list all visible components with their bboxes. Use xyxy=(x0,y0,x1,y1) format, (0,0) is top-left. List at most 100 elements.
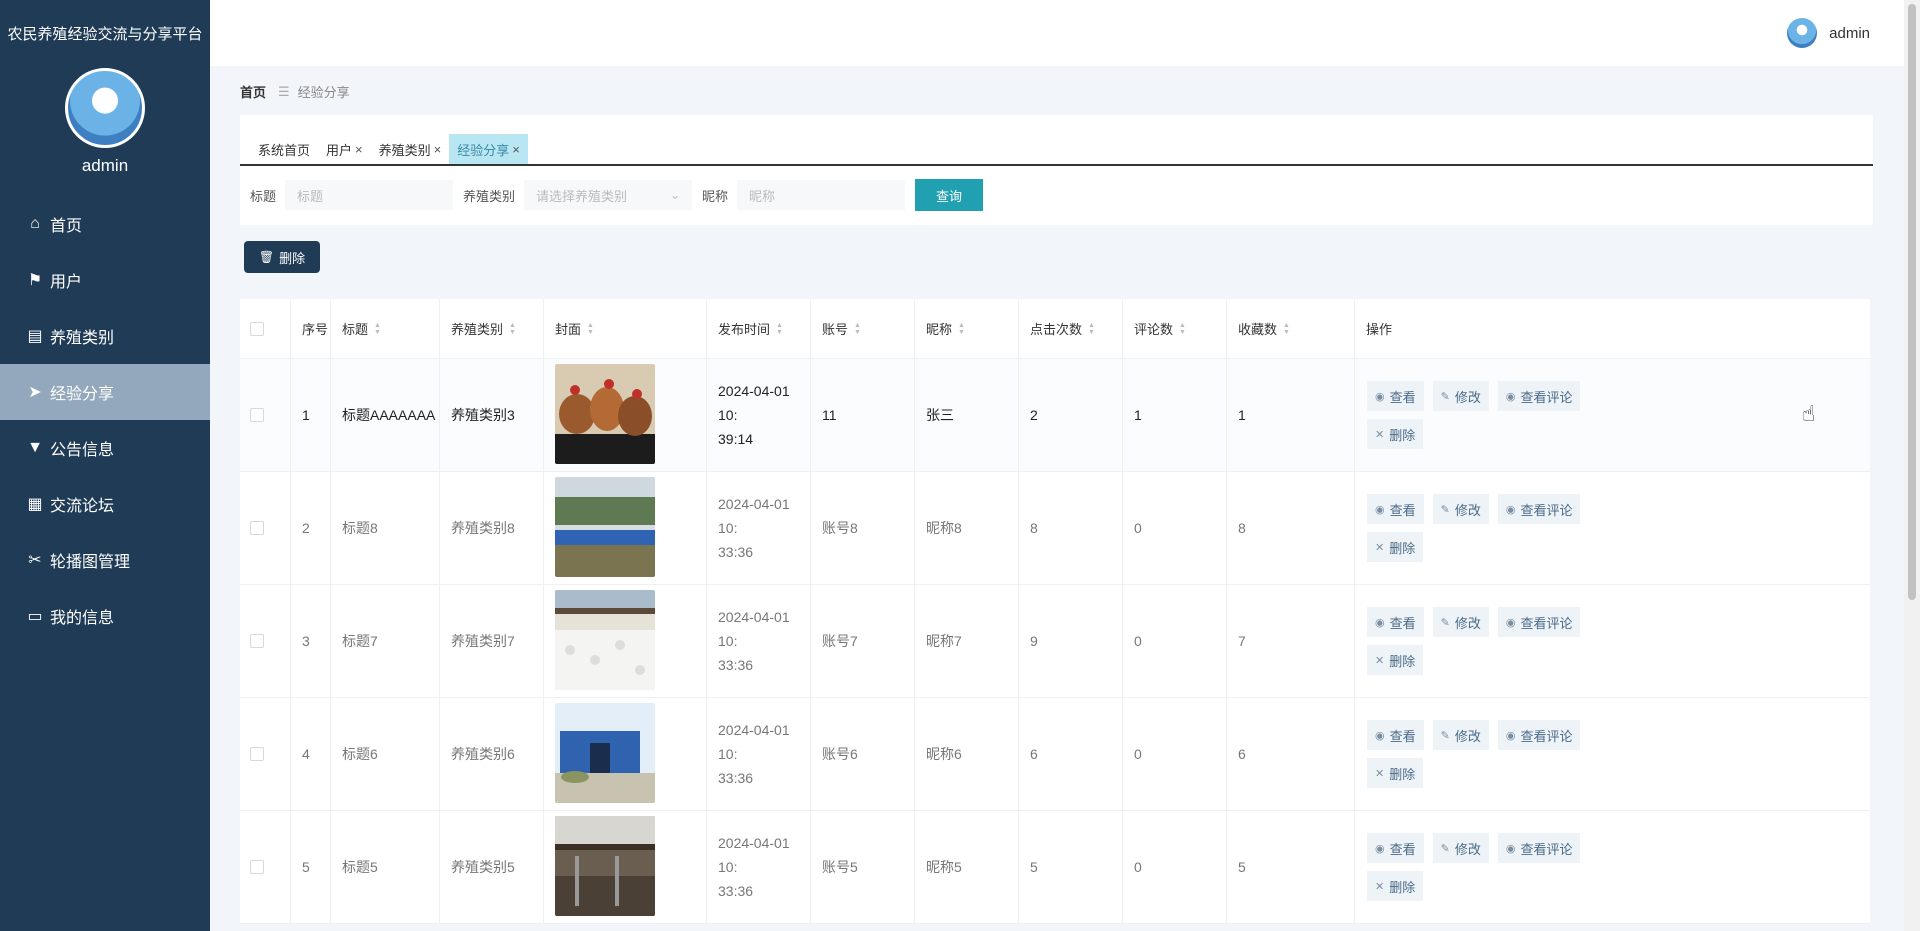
sidebar-item-3[interactable]: ➤ 经验分享 xyxy=(0,364,210,420)
sort-icon[interactable]: ▲ ▼ xyxy=(958,322,965,336)
query-button[interactable]: 查询 xyxy=(915,179,984,211)
delete-button[interactable]: ✕ 删除 xyxy=(1367,532,1424,562)
sort-icon[interactable]: ▲ ▼ xyxy=(776,322,783,336)
checkbox-cell[interactable] xyxy=(240,359,291,471)
sort-icon[interactable]: ▲ ▼ xyxy=(587,322,594,336)
table-row[interactable]: 3 标题7 养殖类别7 2024-04-01 10: 33:36 账号7 昵称7 9 0 7 ◉ 查看… xyxy=(240,585,1870,698)
sidebar-item-0[interactable]: ⌂ 首页 xyxy=(0,196,210,252)
tab-1[interactable]: 用户 × xyxy=(318,134,371,164)
top-username[interactable]: admin xyxy=(1829,25,1870,42)
column-header[interactable]: 昵称 ▲ ▼ xyxy=(915,299,1019,358)
view-comments-button[interactable]: ◉ 查看评论 xyxy=(1497,720,1581,750)
column-header[interactable]: 养殖类别 ▲ ▼ xyxy=(440,299,544,358)
cell-cover xyxy=(544,472,707,584)
sort-icon[interactable]: ▲ ▼ xyxy=(854,322,861,336)
batch-delete-button[interactable]: 🗑 删除 xyxy=(244,241,320,273)
column-header[interactable]: 评论数 ▲ ▼ xyxy=(1123,299,1227,358)
title-input[interactable]: 标题 xyxy=(285,180,454,210)
table-row[interactable]: 1 标题AAAAAAA 养殖类别3 2024-04-01 10: 39:14 11 张三 2 1… xyxy=(240,359,1870,472)
view-comments-label: 查看评论 xyxy=(1520,502,1573,518)
view-button[interactable]: ◉ 查看 xyxy=(1367,833,1424,863)
sort-icon[interactable]: ▲ ▼ xyxy=(1088,322,1095,336)
page-scrollbar[interactable] xyxy=(1904,0,1920,931)
view-button[interactable]: ◉ 查看 xyxy=(1367,494,1424,524)
top-avatar[interactable] xyxy=(1787,18,1818,48)
view-comments-button[interactable]: ◉ 查看评论 xyxy=(1497,494,1581,524)
row-checkbox[interactable] xyxy=(250,408,264,422)
checkbox-cell[interactable] xyxy=(240,472,291,584)
close-icon[interactable]: × xyxy=(355,142,363,157)
nickname-input[interactable]: 昵称 xyxy=(737,180,906,210)
publish-time-text: 39:14 xyxy=(718,431,754,447)
delete-button[interactable]: ✕ 删除 xyxy=(1367,419,1424,449)
edit-button[interactable]: ✎ 修改 xyxy=(1432,720,1489,750)
sort-icon[interactable]: ▲ ▼ xyxy=(1179,322,1186,336)
tab-0[interactable]: 系统首页 xyxy=(250,134,318,164)
sidebar-item-2[interactable]: ▤ 养殖类别 xyxy=(0,308,210,364)
checkbox-cell[interactable] xyxy=(240,585,291,697)
tab-label: 系统首页 xyxy=(258,142,311,158)
edit-button[interactable]: ✎ 修改 xyxy=(1432,607,1489,637)
sidebar-item-5[interactable]: ▦ 交流论坛 xyxy=(0,476,210,532)
tab-3[interactable]: 经验分享 × xyxy=(449,134,528,164)
category-text: 养殖类别3 xyxy=(451,407,515,423)
sidebar-item-4[interactable]: ▼ 公告信息 xyxy=(0,420,210,476)
cell-category: 养殖类别6 xyxy=(440,698,544,810)
cell-cover xyxy=(544,811,707,923)
cell-nickname: 昵称7 xyxy=(915,585,1019,697)
delete-button[interactable]: ✕ 删除 xyxy=(1367,645,1424,675)
view-comments-button[interactable]: ◉ 查看评论 xyxy=(1497,833,1581,863)
view-button[interactable]: ◉ 查看 xyxy=(1367,720,1424,750)
delete-button[interactable]: ✕ 删除 xyxy=(1367,758,1424,788)
cell-comments: 0 xyxy=(1123,698,1227,810)
title-text: 标题5 xyxy=(342,859,378,875)
view-button[interactable]: ◉ 查看 xyxy=(1367,607,1424,637)
cell-index: 1 xyxy=(291,359,331,471)
row-checkbox[interactable] xyxy=(250,521,264,535)
row-checkbox[interactable] xyxy=(250,860,264,874)
edit-button[interactable]: ✎ 修改 xyxy=(1432,833,1489,863)
close-icon[interactable]: × xyxy=(434,142,442,157)
eye-icon: ◉ xyxy=(1505,842,1516,855)
edit-label: 修改 xyxy=(1454,502,1481,518)
row-checkbox[interactable] xyxy=(250,747,264,761)
publish-date-text: 2024-04-01 10: xyxy=(718,383,790,423)
edit-button[interactable]: ✎ 修改 xyxy=(1432,381,1489,411)
select-all-checkbox[interactable] xyxy=(250,321,264,336)
table-row[interactable]: 4 标题6 养殖类别6 2024-04-01 10: 33:36 账号6 昵称6 6 0 6 ◉ 查看… xyxy=(240,698,1870,811)
sidebar-item-1[interactable]: ⚑ 用户 xyxy=(0,252,210,308)
sort-icon[interactable]: ▲ ▼ xyxy=(1283,322,1290,336)
close-icon[interactable]: × xyxy=(512,142,520,157)
row-checkbox[interactable] xyxy=(250,634,264,648)
tab-2[interactable]: 养殖类别 × xyxy=(371,134,450,164)
column-header[interactable]: 标题 ▲ ▼ xyxy=(331,299,440,358)
sidebar-item-7[interactable]: ▭ 我的信息 xyxy=(0,588,210,644)
delete-button[interactable]: ✕ 删除 xyxy=(1367,871,1424,901)
view-label: 查看 xyxy=(1389,502,1416,518)
scrollbar-thumb[interactable] xyxy=(1908,4,1916,600)
sort-icon[interactable]: ▲ ▼ xyxy=(374,322,381,336)
view-comments-button[interactable]: ◉ 查看评论 xyxy=(1497,607,1581,637)
sidebar-item-6[interactable]: ✂ 轮播图管理 xyxy=(0,532,210,588)
nickname-text: 昵称8 xyxy=(926,520,962,536)
table-row[interactable]: 2 标题8 养殖类别8 2024-04-01 10: 33:36 账号8 昵称8 8 0 8 ◉ 查看… xyxy=(240,472,1870,585)
checkbox-cell[interactable] xyxy=(240,811,291,923)
column-header[interactable]: 收藏数 ▲ ▼ xyxy=(1227,299,1355,358)
column-header[interactable]: 发布时间 ▲ ▼ xyxy=(707,299,811,358)
table-row[interactable]: 5 标题5 养殖类别5 2024-04-01 10: 33:36 账号5 昵称5 5 0 5 ◉ 查看… xyxy=(240,811,1870,924)
edit-button[interactable]: ✎ 修改 xyxy=(1432,494,1489,524)
view-comments-button[interactable]: ◉ 查看评论 xyxy=(1497,381,1581,411)
column-header[interactable]: 点击次数 ▲ ▼ xyxy=(1019,299,1123,358)
cell-clicks: 5 xyxy=(1019,811,1123,923)
category-select[interactable]: 请选择养殖类别 ⌄ xyxy=(524,180,693,210)
breadcrumb-home[interactable]: 首页 xyxy=(240,82,266,101)
column-header[interactable]: 账号 ▲ ▼ xyxy=(811,299,915,358)
view-button[interactable]: ◉ 查看 xyxy=(1367,381,1424,411)
cell-publish-time: 2024-04-01 10: 33:36 xyxy=(707,472,811,584)
breadcrumb-current: 经验分享 xyxy=(297,85,350,100)
sort-icon[interactable]: ▲ ▼ xyxy=(509,322,516,336)
header-checkbox-cell[interactable] xyxy=(240,299,291,358)
checkbox-cell[interactable] xyxy=(240,698,291,810)
column-header[interactable]: 封面 ▲ ▼ xyxy=(544,299,707,358)
top-user-menu[interactable]: admin xyxy=(1787,18,1870,48)
